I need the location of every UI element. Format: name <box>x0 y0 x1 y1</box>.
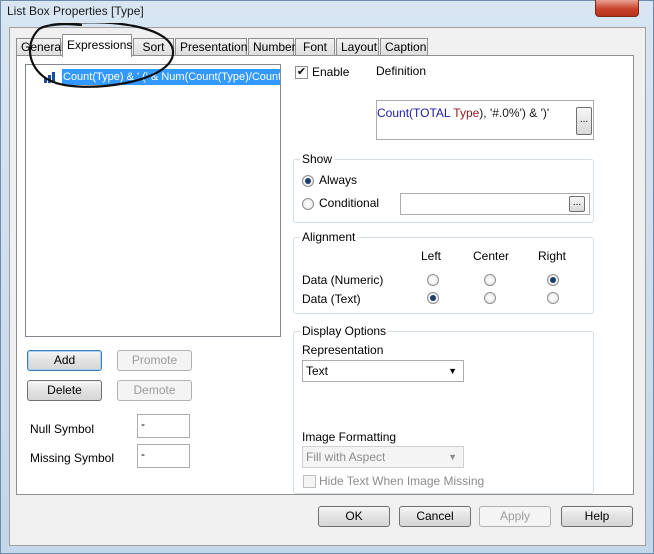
image-formatting-select[interactable]: Fill with Aspect ▼ <box>302 446 464 468</box>
definition-part: ), '#.0%') & ')' <box>479 106 550 120</box>
ellipsis-icon[interactable]: ... <box>576 107 592 135</box>
show-group-title: Show <box>300 152 335 166</box>
promote-button[interactable]: Promote <box>117 350 192 371</box>
null-symbol-field[interactable]: - <box>137 414 190 438</box>
bar-chart-icon <box>44 72 58 83</box>
definition-part: Count( <box>377 106 414 120</box>
ellipsis-icon[interactable]: ... <box>569 196 585 212</box>
alignment-col-left: Left <box>421 249 442 263</box>
display-options-title: Display Options <box>300 324 389 338</box>
definition-field[interactable]: Count(TOTAL Type), '#.0%') & ')' ... <box>376 100 594 140</box>
window-title: List Box Properties [Type] <box>7 4 144 18</box>
alignment-group: Alignment Left Center Right Data (Numeri… <box>293 230 594 314</box>
alignment-col-right: Right <box>538 249 567 263</box>
chevron-down-icon: ▼ <box>448 366 457 376</box>
conditional-field[interactable] <box>400 193 590 215</box>
representation-value: Text <box>306 364 329 378</box>
definition-label: Definition <box>376 64 427 78</box>
data-numeric-label: Data (Numeric) <box>302 273 384 287</box>
show-group: Show Always Conditional ... <box>293 152 594 223</box>
definition-text: Count(TOTAL Type), '#.0%') & ')' <box>377 106 549 120</box>
data-text-label: Data (Text) <box>302 292 361 306</box>
image-formatting-value: Fill with Aspect <box>306 450 386 464</box>
title-bar: List Box Properties [Type] <box>1 0 653 27</box>
add-button[interactable]: Add <box>27 350 102 371</box>
missing-symbol-label: Missing Symbol <box>30 451 115 465</box>
expression-item-text: Count(Type) & ' (' & Num(Count(Type)/Cou… <box>62 69 280 85</box>
display-options-group: Display Options Representation Text ▼ Im… <box>293 324 594 494</box>
apply-button[interactable]: Apply <box>479 506 551 527</box>
numeric-left-radio[interactable] <box>427 274 439 286</box>
text-left-radio[interactable] <box>427 292 439 304</box>
cancel-button[interactable]: Cancel <box>399 506 471 527</box>
conditional-label: Conditional <box>319 196 380 210</box>
list-item[interactable]: Count(Type) & ' (' & Num(Count(Type)/Cou… <box>40 69 280 85</box>
numeric-right-radio[interactable] <box>547 274 559 286</box>
ok-button[interactable]: OK <box>318 506 390 527</box>
always-radio[interactable] <box>302 175 314 187</box>
tab-number[interactable]: Number <box>248 38 296 56</box>
text-center-radio[interactable] <box>484 292 496 304</box>
hide-text-checkbox[interactable] <box>303 475 316 488</box>
text-right-radio[interactable] <box>547 292 559 304</box>
dialog-body: General Expressions Sort Presentation Nu… <box>9 27 646 546</box>
representation-select[interactable]: Text ▼ <box>302 360 464 382</box>
missing-symbol-field[interactable]: - <box>137 444 190 468</box>
help-button[interactable]: Help <box>561 506 633 527</box>
representation-label: Representation <box>302 343 384 357</box>
tab-general[interactable]: General <box>16 38 64 56</box>
delete-button[interactable]: Delete <box>27 380 102 401</box>
numeric-center-radio[interactable] <box>484 274 496 286</box>
demote-button[interactable]: Demote <box>117 380 192 401</box>
tab-font[interactable]: Font <box>295 38 335 56</box>
image-formatting-label: Image Formatting <box>302 430 397 444</box>
hide-text-label: Hide Text When Image Missing <box>319 474 485 488</box>
null-symbol-label: Null Symbol <box>30 422 95 436</box>
expressions-panel: Count(Type) & ' (' & Num(Count(Type)/Cou… <box>16 55 634 495</box>
tab-caption[interactable]: Caption <box>380 38 428 56</box>
definition-part: TOTAL <box>413 106 454 120</box>
conditional-radio[interactable] <box>302 198 314 210</box>
tab-expressions[interactable]: Expressions <box>62 34 132 57</box>
tab-layout[interactable]: Layout <box>336 38 379 56</box>
alignment-group-title: Alignment <box>300 230 358 244</box>
enable-checkbox[interactable]: ✔ <box>295 66 308 79</box>
enable-label: Enable <box>312 65 350 79</box>
close-icon[interactable] <box>595 0 639 17</box>
tab-presentation[interactable]: Presentation <box>175 38 247 56</box>
expression-list[interactable]: Count(Type) & ' (' & Num(Count(Type)/Cou… <box>25 64 281 337</box>
tab-sort[interactable]: Sort <box>133 38 174 56</box>
chevron-down-icon: ▼ <box>448 452 457 462</box>
definition-part: Type <box>453 106 480 120</box>
always-label: Always <box>319 173 358 187</box>
dialog-window: List Box Properties [Type] General Expre… <box>0 0 654 554</box>
alignment-col-center: Center <box>473 249 510 263</box>
